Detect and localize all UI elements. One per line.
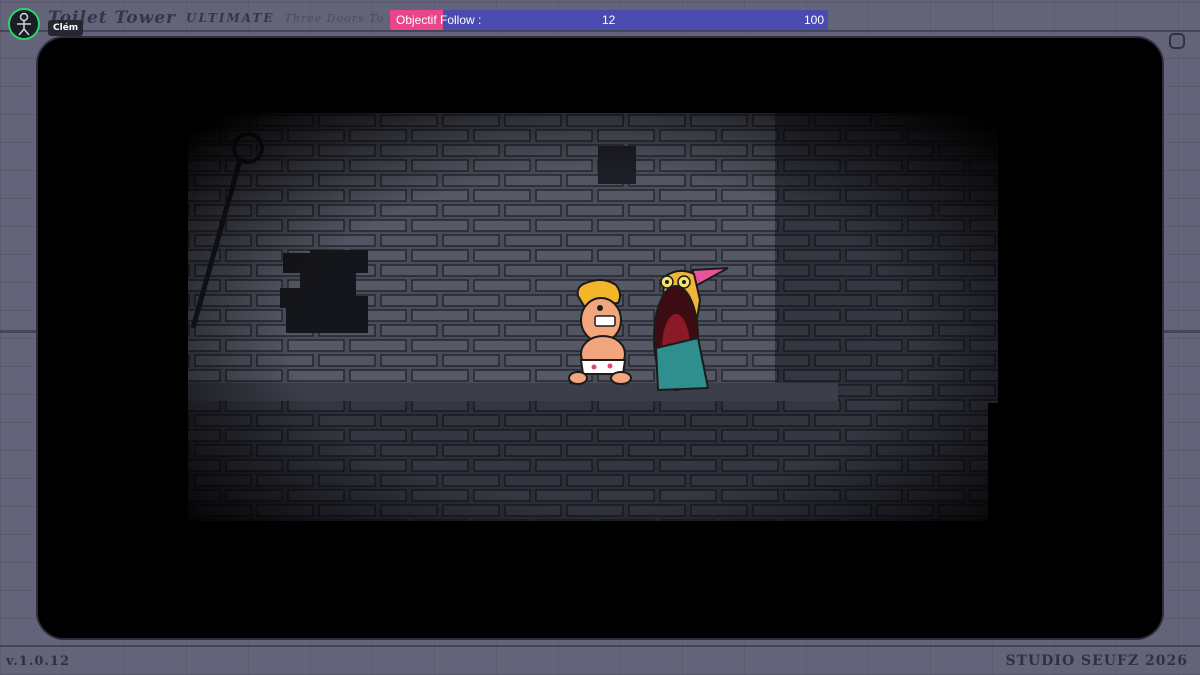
frame-pipe-left [0, 330, 38, 333]
frame-top-ledge [0, 30, 1200, 32]
objective-label: Objectif Follow : [396, 13, 482, 27]
frame-pipe-right [1162, 330, 1200, 333]
stickman-icon [17, 12, 31, 36]
objective-current-count: 12 [602, 13, 616, 27]
game-subtitle: ULTIMATE [186, 11, 275, 25]
objective-progress-bar: Objectif Follow : 12 100 [390, 10, 828, 30]
game-viewport[interactable] [38, 38, 1162, 638]
frame-bottom-ledge [0, 645, 1200, 647]
user-name-badge: Clém [48, 20, 84, 36]
objective-target-count: 100 [803, 13, 824, 27]
user-avatar[interactable] [8, 8, 40, 40]
game-scene [38, 38, 1162, 638]
window-corner-icon [1169, 33, 1185, 49]
version-label: v.1.0.12 [6, 654, 71, 669]
studio-credit: STUDIO SEUFZ 2026 [1005, 653, 1188, 669]
